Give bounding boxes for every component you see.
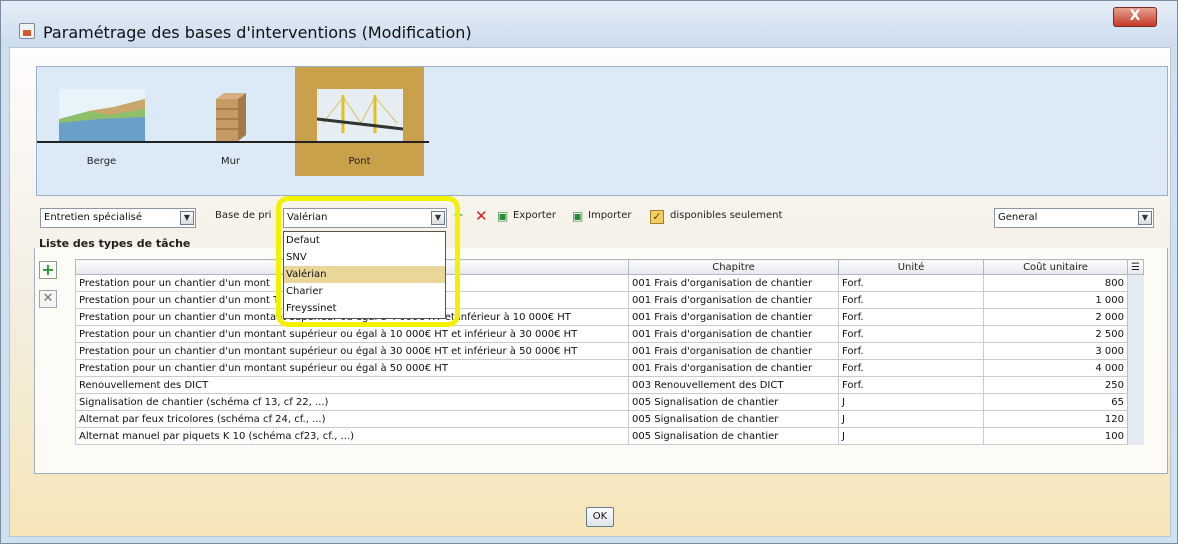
base-price-value: Valérian [287, 212, 328, 223]
add-task-button[interactable]: + [39, 261, 57, 279]
designation-cell: Renouvellement des DICT [75, 376, 629, 394]
designation-cell: Prestation pour un chantier d'un montant… [75, 359, 629, 377]
unite-cell: J [838, 393, 984, 411]
delete-task-button[interactable]: ✕ [39, 290, 57, 308]
task-list-title: Liste des types de tâche [39, 237, 191, 250]
chapitre-cell: 005 Signalisation de chantier [628, 410, 839, 428]
category-mur[interactable]: Mur [166, 67, 295, 176]
designation-cell: Signalisation de chantier (schéma cf 13,… [75, 393, 629, 411]
designation-cell: Alternat par feux tricolores (schéma cf … [75, 410, 629, 428]
unite-cell: Forf. [838, 274, 984, 292]
unite-cell: Forf. [838, 325, 984, 343]
unite-cell: Forf. [838, 291, 984, 309]
title-bar: Paramétrage des bases d'interventions (M… [1, 1, 1177, 47]
category-pont[interactable]: Pont [295, 67, 424, 176]
chapitre-cell: 001 Frais d'organisation de chantier [628, 291, 839, 309]
column-header-unite[interactable]: Unité [838, 259, 984, 275]
general-select[interactable]: General ▼ [994, 208, 1154, 228]
dialog-window: Paramétrage des bases d'interventions (M… [0, 0, 1178, 544]
column-header-cout[interactable]: Coût unitaire [983, 259, 1128, 275]
table-row[interactable]: Prestation pour un chantier d'un mont 001… [75, 274, 1144, 445]
available-only-label: disponibles seulement [670, 210, 783, 221]
table-row[interactable]: Prestation pour un chantier d'un montant… [75, 342, 1144, 360]
category-berge[interactable]: Berge [37, 67, 166, 176]
cout-cell: 4 000 [983, 359, 1128, 377]
cout-cell: 65 [983, 393, 1128, 411]
import-icon[interactable]: ▣ [572, 208, 583, 224]
category-banner: Berge Mur Pont [36, 66, 1168, 196]
table-row[interactable]: Prestation pour un chantier d'un montant… [75, 308, 1144, 326]
category-label: Berge [86, 156, 117, 167]
toolbar: Entretien spécialisé ▼ Base de pri Valér… [10, 206, 1172, 232]
column-header-chapitre[interactable]: Chapitre [628, 259, 839, 275]
cout-cell: 250 [983, 376, 1128, 394]
chevron-down-icon[interactable]: ▼ [180, 211, 194, 225]
chapitre-cell: 001 Frais d'organisation de chantier [628, 342, 839, 360]
category-baseline [37, 141, 429, 143]
table-row[interactable]: Prestation pour un chantier d'un montant… [75, 359, 1144, 377]
task-table: Chapitre Unité Coût unitaire ☰ Prestatio… [75, 259, 1144, 445]
chapitre-cell: 003 Renouvellement des DICT [628, 376, 839, 394]
dropdown-option[interactable]: Charier [284, 283, 445, 300]
unite-cell: Forf. [838, 342, 984, 360]
export-icon[interactable]: ▣ [497, 208, 508, 224]
chapitre-cell: 001 Frais d'organisation de chantier [628, 274, 839, 292]
unite-cell: Forf. [838, 308, 984, 326]
vertical-scrollbar[interactable] [1127, 274, 1144, 445]
table-row[interactable]: Alternat par feux tricolores (schéma cf … [75, 410, 1144, 428]
base-label: Base de pri [215, 210, 272, 221]
unite-cell: J [838, 427, 984, 445]
unite-cell: Forf. [838, 359, 984, 377]
chapitre-cell: 001 Frais d'organisation de chantier [628, 325, 839, 343]
unite-cell: Forf. [838, 376, 984, 394]
chapitre-cell: 005 Signalisation de chantier [628, 427, 839, 445]
general-value: General [998, 212, 1038, 223]
riverbank-icon [59, 89, 145, 141]
close-button[interactable]: X [1113, 7, 1157, 27]
table-row[interactable]: Alternat manuel par piquets K 10 (schéma… [75, 427, 1144, 445]
cout-cell: 120 [983, 410, 1128, 428]
cout-cell: 1 000 [983, 291, 1128, 309]
dropdown-option[interactable]: Freyssinet [284, 300, 445, 317]
chapitre-cell: 001 Frais d'organisation de chantier [628, 308, 839, 326]
table-row[interactable]: Prestation pour un chantier d'un mont T … [75, 291, 1144, 309]
wall-icon [216, 93, 246, 141]
cout-cell: 800 [983, 274, 1128, 292]
table-row[interactable]: Signalisation de chantier (schéma cf 13,… [75, 393, 1144, 411]
cout-cell: 2 500 [983, 325, 1128, 343]
designation-cell: Prestation pour un chantier d'un montant… [75, 325, 629, 343]
app-icon [19, 23, 35, 39]
delete-base-icon[interactable]: ✕ [475, 208, 488, 224]
chapitre-cell: 005 Signalisation de chantier [628, 393, 839, 411]
table-header-row: Chapitre Unité Coût unitaire ☰ [75, 259, 1144, 275]
unite-cell: J [838, 410, 984, 428]
dropdown-option[interactable]: Valérian [284, 266, 445, 283]
base-price-dropdown-list: Defaut SNV Valérian Charier Freyssinet [283, 231, 446, 319]
cout-cell: 3 000 [983, 342, 1128, 360]
designation-cell: Prestation pour un chantier d'un montant… [75, 342, 629, 360]
export-button[interactable]: Exporter [513, 210, 556, 221]
base-price-select[interactable]: Valérian ▼ [283, 208, 447, 228]
category-label: Mur [220, 156, 241, 167]
column-chooser-icon[interactable]: ☰ [1127, 259, 1144, 275]
import-button[interactable]: Importer [588, 210, 631, 221]
chevron-down-icon[interactable]: ▼ [1138, 211, 1152, 225]
table-row[interactable]: Renouvellement des DICT 003 Renouvellemen… [75, 376, 1144, 394]
ok-button[interactable]: OK [586, 507, 614, 527]
dropdown-option[interactable]: SNV [284, 249, 445, 266]
chapitre-cell: 001 Frais d'organisation de chantier [628, 359, 839, 377]
designation-cell: Alternat manuel par piquets K 10 (schéma… [75, 427, 629, 445]
intervention-type-select[interactable]: Entretien spécialisé ▼ [40, 208, 196, 228]
table-row[interactable]: Prestation pour un chantier d'un montant… [75, 325, 1144, 343]
chevron-down-icon[interactable]: ▼ [431, 211, 445, 225]
available-only-checkbox[interactable]: ✓ [650, 210, 664, 224]
dropdown-option[interactable]: Defaut [284, 232, 445, 249]
category-label: Pont [348, 156, 371, 167]
add-base-icon[interactable]: + [453, 208, 464, 224]
bridge-icon [317, 89, 403, 141]
cout-cell: 2 000 [983, 308, 1128, 326]
window-title: Paramétrage des bases d'interventions (M… [43, 23, 472, 42]
intervention-type-value: Entretien spécialisé [44, 212, 143, 223]
cout-cell: 100 [983, 427, 1128, 445]
